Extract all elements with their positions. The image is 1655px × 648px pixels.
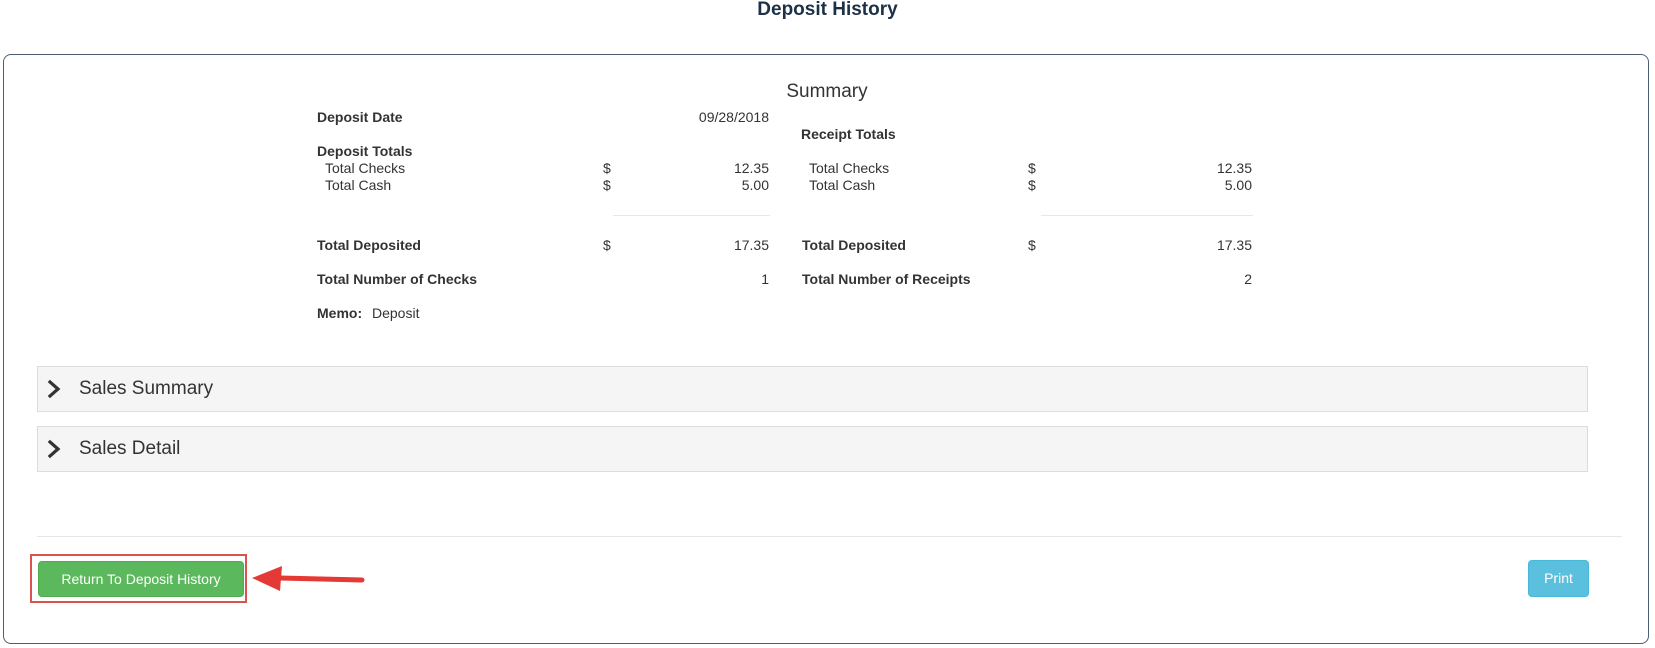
deposit-total-cash-value: 5.00 xyxy=(741,177,769,193)
sales-summary-accordion[interactable]: Sales Summary xyxy=(37,366,1588,412)
deposit-total-checks-currency: $ xyxy=(603,160,611,176)
receipt-total-cash-currency: $ xyxy=(1028,177,1036,193)
chevron-right-icon xyxy=(47,379,61,399)
total-number-of-checks-label: Total Number of Checks xyxy=(317,271,477,287)
sales-summary-label: Sales Summary xyxy=(79,378,214,399)
print-button[interactable]: Print xyxy=(1528,560,1589,597)
page-title: Deposit History xyxy=(757,0,898,20)
receipt-total-checks-label: Total Checks xyxy=(809,160,890,176)
receipt-total-deposited-currency: $ xyxy=(1028,237,1036,253)
summary-title: Summary xyxy=(786,81,868,102)
deposit-total-checks-label: Total Checks xyxy=(325,160,406,176)
memo-value: Deposit xyxy=(372,305,420,321)
red-arrow-icon xyxy=(252,566,365,591)
total-number-of-receipts-label: Total Number of Receipts xyxy=(802,271,971,287)
deposit-total-checks-value: 12.35 xyxy=(733,160,769,176)
deposit-total-deposited-value: 17.35 xyxy=(733,237,769,253)
receipt-total-cash-value: 5.00 xyxy=(1224,177,1252,193)
sales-detail-accordion[interactable]: Sales Detail xyxy=(37,426,1588,472)
return-to-deposit-history-button[interactable]: Return To Deposit History xyxy=(38,561,244,597)
deposit-total-deposited-currency: $ xyxy=(603,237,611,253)
receipt-total-deposited-label: Total Deposited xyxy=(802,237,906,253)
deposit-totals-label: Deposit Totals xyxy=(317,143,413,159)
receipt-total-checks-value: 12.35 xyxy=(1216,160,1252,176)
receipt-total-cash-label: Total Cash xyxy=(809,177,876,193)
receipt-total-checks-currency: $ xyxy=(1028,160,1036,176)
footer-divider xyxy=(37,536,1622,537)
chevron-right-icon xyxy=(47,439,61,459)
receipt-total-deposited-value: 17.35 xyxy=(1216,237,1252,253)
deposit-total-cash-label: Total Cash xyxy=(325,177,392,193)
total-number-of-checks-value: 1 xyxy=(761,271,769,287)
deposit-summary-panel: Summary Deposit Date 09/28/2018 Deposit … xyxy=(3,54,1649,644)
total-number-of-receipts-value: 2 xyxy=(1244,271,1252,287)
deposit-date-value: 09/28/2018 xyxy=(698,109,769,125)
deposit-total-deposited-label: Total Deposited xyxy=(317,237,421,253)
receipt-subtotal-rule xyxy=(1041,215,1253,216)
deposit-subtotal-rule xyxy=(613,215,770,216)
receipt-totals-label: Receipt Totals xyxy=(801,126,896,142)
sales-detail-label: Sales Detail xyxy=(79,438,181,459)
deposit-total-cash-currency: $ xyxy=(603,177,611,193)
deposit-date-label: Deposit Date xyxy=(317,109,403,125)
memo-label: Memo: xyxy=(317,305,363,321)
